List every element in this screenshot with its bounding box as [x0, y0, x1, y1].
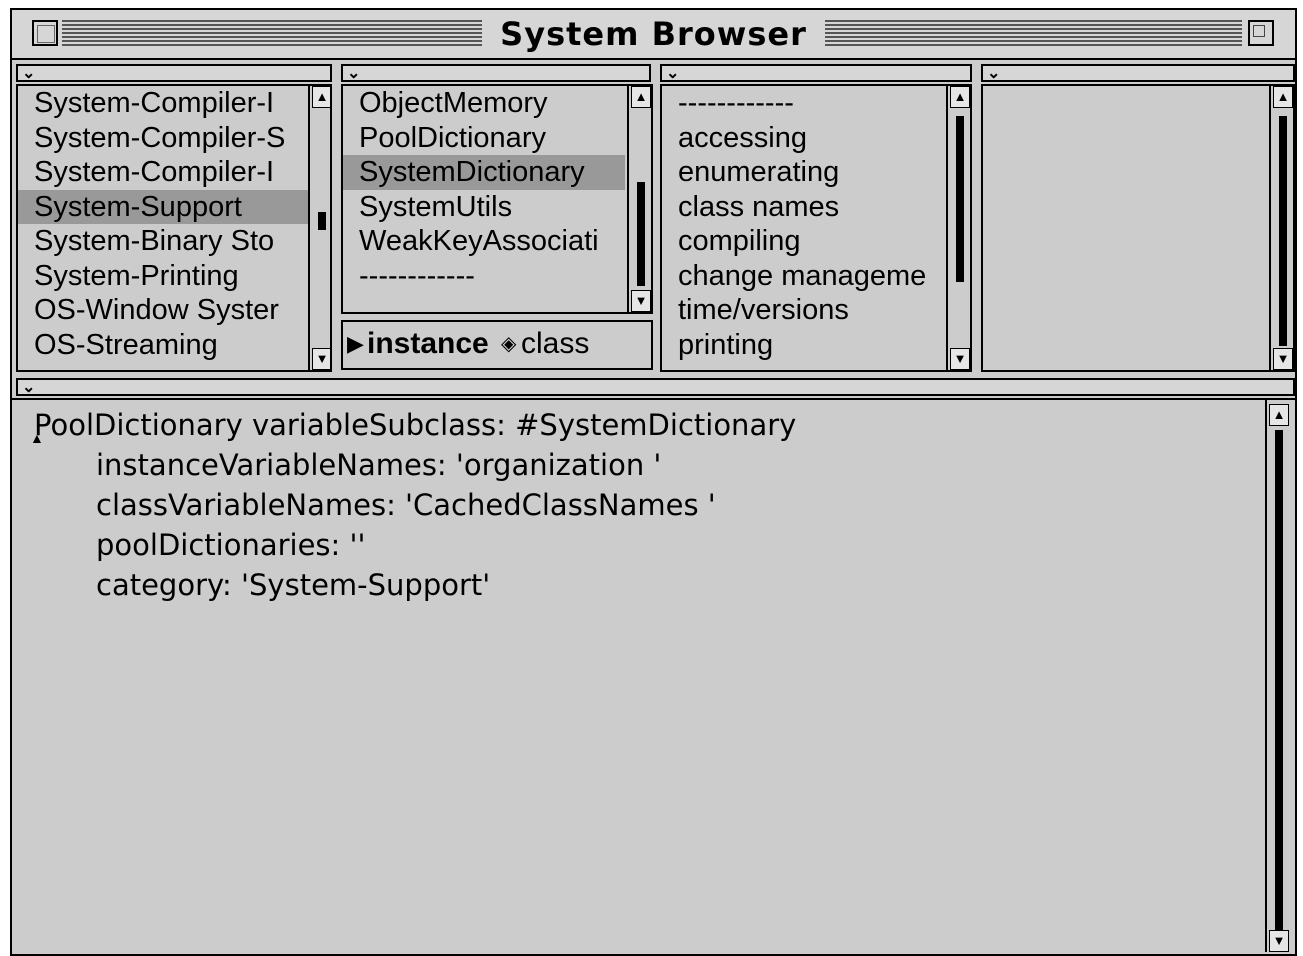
- category-pane-menu[interactable]: ⌄: [16, 64, 332, 82]
- radio-diamond-icon: ◈: [501, 333, 517, 355]
- classes-list-item[interactable]: WeakKeyAssociati: [343, 224, 625, 259]
- scroll-thumb[interactable]: [318, 212, 326, 230]
- scroll-thumb[interactable]: [956, 116, 964, 282]
- chevron-down-icon: ⌄: [987, 65, 1001, 82]
- classes-list-item[interactable]: ------------: [343, 259, 625, 294]
- class-pane-menu[interactable]: ⌄: [341, 64, 651, 82]
- scroll-down-arrow-icon[interactable]: ▼: [1269, 930, 1289, 952]
- instance-mode-button[interactable]: instance: [367, 322, 489, 366]
- scroll-up-arrow-icon[interactable]: ▲: [950, 86, 970, 108]
- code-line: category: 'System-Support': [96, 568, 491, 602]
- window-title: System Browser: [482, 15, 825, 53]
- category-scrollbar[interactable]: ▲ ▼: [308, 86, 330, 370]
- protocol-pane-menu[interactable]: ⌄: [660, 64, 972, 82]
- protocols-list-item[interactable]: printing: [662, 328, 946, 363]
- protocols-list-item[interactable]: compiling: [662, 224, 946, 259]
- categories-list-item[interactable]: OS-Window Syster: [18, 293, 308, 328]
- code-line: classVariableNames: 'CachedClassNames ': [96, 488, 716, 522]
- code-editor[interactable]: PoolDictionary variableSubclass: #System…: [12, 398, 1295, 954]
- code-line: instanceVariableNames: 'organization ': [96, 448, 662, 482]
- classes-list-item[interactable]: ObjectMemory: [343, 86, 625, 121]
- scroll-up-arrow-icon[interactable]: ▲: [312, 86, 330, 108]
- class-scrollbar[interactable]: ▲ ▼: [627, 86, 651, 312]
- method-scrollbar[interactable]: ▲ ▼: [1269, 86, 1293, 370]
- classes-list-item[interactable]: SystemDictionary: [343, 155, 625, 190]
- protocols-list-item[interactable]: accessing: [662, 121, 946, 156]
- protocols-list-item[interactable]: class names: [662, 190, 946, 225]
- classes-list-item[interactable]: PoolDictionary: [343, 121, 625, 156]
- scroll-down-arrow-icon[interactable]: ▼: [312, 348, 330, 370]
- scroll-up-arrow-icon[interactable]: ▲: [1269, 404, 1289, 426]
- method-list[interactable]: ▲ ▼: [981, 84, 1295, 372]
- class-mode-button[interactable]: class: [521, 322, 589, 366]
- chevron-down-icon: ⌄: [666, 65, 680, 82]
- scroll-thumb[interactable]: [1279, 116, 1287, 346]
- code-line: poolDictionaries: '': [96, 528, 366, 562]
- scroll-up-arrow-icon[interactable]: ▲: [1273, 86, 1293, 108]
- scroll-down-arrow-icon[interactable]: ▼: [1273, 348, 1293, 370]
- categories-list-item[interactable]: OS-Streaming: [18, 328, 308, 363]
- code-line: PoolDictionary variableSubclass: #System…: [34, 408, 797, 442]
- triangle-right-icon: ▶: [347, 331, 364, 356]
- categories-list-item[interactable]: System-Binary Sto: [18, 224, 308, 259]
- protocols-list-item[interactable]: time/versions: [662, 293, 946, 328]
- category-list[interactable]: System-Compiler-I System-Compiler-S System…: [16, 84, 332, 372]
- code-scrollbar[interactable]: ▲ ▼: [1265, 400, 1291, 952]
- classes-list-item[interactable]: SystemUtils: [343, 190, 625, 225]
- protocols-list-item[interactable]: change manageme: [662, 259, 946, 294]
- method-pane-menu[interactable]: ⌄: [981, 64, 1295, 82]
- system-browser-window: System Browser ⌄ ⌄ ⌄ ⌄ System-Compiler-I…: [10, 8, 1297, 956]
- chevron-down-icon: ⌄: [347, 65, 361, 82]
- categories-list-item[interactable]: System-Compiler-S: [18, 121, 308, 156]
- chevron-down-icon: ⌄: [22, 379, 36, 396]
- class-list[interactable]: ObjectMemory PoolDictionary SystemDictiona…: [341, 84, 653, 314]
- zoom-box-icon[interactable]: [1248, 20, 1274, 46]
- protocols-list-item[interactable]: ------------: [662, 86, 946, 121]
- categories-list-item[interactable]: System-Compiler-I: [18, 155, 308, 190]
- protocols-list-item[interactable]: enumerating: [662, 155, 946, 190]
- scroll-up-arrow-icon[interactable]: ▲: [631, 86, 651, 108]
- categories-list-item[interactable]: System-Printing: [18, 259, 308, 294]
- scroll-thumb[interactable]: [1275, 430, 1283, 930]
- categories-list-item[interactable]: System-Compiler-I: [18, 86, 308, 121]
- scroll-down-arrow-icon[interactable]: ▼: [631, 290, 651, 312]
- chevron-down-icon: ⌄: [22, 65, 36, 82]
- protocol-list[interactable]: ------------ accessing enumerating class na…: [660, 84, 972, 372]
- categories-list-item[interactable]: System-Support: [18, 189, 308, 224]
- title-bar[interactable]: System Browser: [12, 10, 1295, 60]
- instance-class-toggle: ▶ instance ◈ class: [341, 320, 653, 370]
- protocol-scrollbar[interactable]: ▲ ▼: [946, 86, 970, 370]
- scroll-thumb[interactable]: [637, 182, 645, 286]
- scroll-down-arrow-icon[interactable]: ▼: [950, 348, 970, 370]
- code-pane-menu[interactable]: ⌄: [16, 378, 1295, 396]
- text-caret-icon: ▲: [30, 430, 44, 446]
